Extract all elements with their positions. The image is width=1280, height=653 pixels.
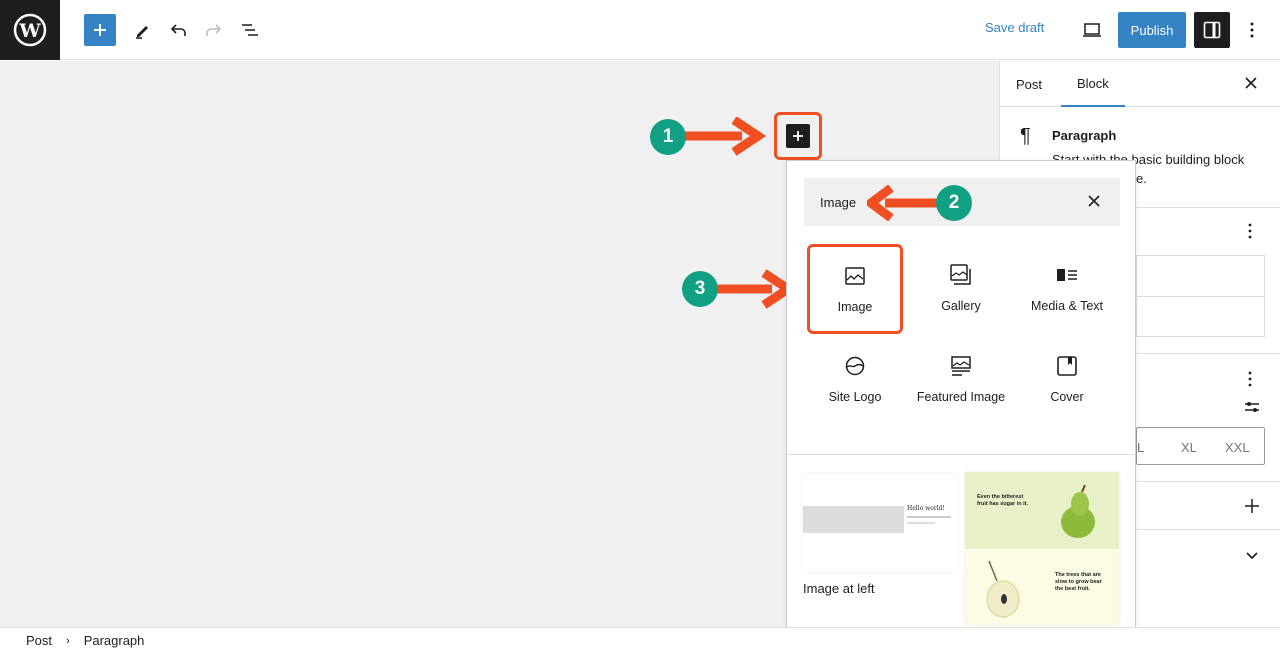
svg-text:W: W <box>18 20 41 42</box>
close-icon <box>1245 77 1257 89</box>
close-sidebar-button[interactable] <box>1244 76 1258 93</box>
pear-half-image <box>986 560 1020 618</box>
tab-post[interactable]: Post <box>1016 61 1042 107</box>
block-item-media-text[interactable]: Media & Text <box>1019 263 1115 313</box>
block-label: Media & Text <box>1030 299 1104 313</box>
block-item-cover[interactable]: Cover <box>1019 354 1115 404</box>
plus-icon <box>94 24 106 36</box>
redo-button[interactable] <box>198 14 230 46</box>
chevron-down-icon <box>1246 552 1258 560</box>
featured-image-icon <box>951 356 971 376</box>
undo-icon <box>170 24 186 36</box>
arrow-2 <box>867 185 947 221</box>
image-icon <box>845 267 865 285</box>
block-label: Featured Image <box>916 390 1006 404</box>
add-block-button[interactable] <box>84 14 116 46</box>
sliders-icon <box>1245 402 1259 412</box>
more-vertical-icon <box>1250 22 1254 38</box>
wordpress-icon: W <box>13 13 47 47</box>
block-item-image[interactable]: Image <box>807 244 903 334</box>
settings-button[interactable] <box>1194 12 1230 48</box>
breadcrumb-paragraph[interactable]: Paragraph <box>84 633 145 648</box>
search-value: Image <box>820 194 857 210</box>
more-vertical-icon <box>1248 223 1252 239</box>
more-vertical-icon <box>1248 371 1252 387</box>
sidebar-toggle-icon <box>1203 21 1221 39</box>
block-inserter-button[interactable] <box>786 124 810 148</box>
undo-button[interactable] <box>162 14 194 46</box>
block-label: Cover <box>1050 390 1084 404</box>
pattern-image-and-quote[interactable]: Even the bitterest fruit has sugar in it… <box>965 472 1119 625</box>
pencil-icon <box>136 26 148 39</box>
gallery-icon <box>950 264 971 285</box>
wordpress-logo[interactable]: W <box>0 0 60 60</box>
paragraph-icon: ¶ <box>1020 125 1031 147</box>
list-view-icon <box>242 24 258 36</box>
block-label: Image <box>837 300 873 314</box>
laptop-icon <box>1083 23 1101 37</box>
block-label: Site Logo <box>828 390 882 404</box>
media-text-icon <box>1057 269 1077 281</box>
font-size-custom-button[interactable] <box>1244 400 1260 417</box>
options-button[interactable] <box>1236 14 1268 46</box>
block-title: Paragraph <box>1052 128 1117 143</box>
advanced-panel-toggle[interactable] <box>1245 549 1259 564</box>
plus-icon <box>1245 499 1259 513</box>
pattern-image-at-left[interactable]: Hello world! <box>803 474 957 572</box>
publish-button[interactable]: Publish <box>1118 12 1186 48</box>
breadcrumb-post[interactable]: Post <box>26 633 52 648</box>
editor-toolbar: W Save draft Publish <box>0 0 1280 60</box>
add-panel-button[interactable] <box>1245 499 1259 516</box>
pattern-label: Image at left <box>803 581 875 596</box>
block-item-gallery[interactable]: Gallery <box>913 263 1009 313</box>
arrow-1 <box>680 117 767 156</box>
step-badge-3: 3 <box>682 271 718 307</box>
clear-search-button[interactable] <box>1088 195 1100 210</box>
plus-icon <box>793 131 803 141</box>
block-item-featured-image[interactable]: Featured Image <box>913 354 1009 404</box>
typography-options-button[interactable] <box>1248 371 1252 390</box>
block-inserter-popover: Image 2 Image Gallery Media & Text Site … <box>786 160 1136 653</box>
close-icon <box>1088 195 1100 207</box>
block-breadcrumb: Post › Paragraph <box>0 627 1280 653</box>
size-option-l[interactable]: L <box>1137 440 1144 455</box>
site-logo-icon <box>845 356 865 376</box>
chevron-right-icon: › <box>66 634 70 647</box>
arrow-3 <box>712 269 797 309</box>
step-badge-2: 2 <box>936 185 972 221</box>
edit-tool-button[interactable] <box>126 14 158 46</box>
step-badge-1: 1 <box>650 119 686 155</box>
panel-options-button[interactable] <box>1248 223 1252 242</box>
redo-icon <box>206 24 222 36</box>
block-item-site-logo[interactable]: Site Logo <box>807 354 903 404</box>
cover-icon <box>1057 356 1077 376</box>
color-panel[interactable] <box>1136 255 1265 337</box>
document-overview-button[interactable] <box>234 14 266 46</box>
sidebar-tabs: Post Block <box>1000 61 1280 107</box>
block-label: Gallery <box>941 299 981 313</box>
pear-image <box>1061 484 1095 538</box>
size-option-xl[interactable]: XL <box>1181 440 1197 455</box>
save-draft-button[interactable]: Save draft <box>985 20 1044 35</box>
size-option-xxl[interactable]: XXL <box>1225 440 1250 455</box>
tab-block[interactable]: Block <box>1061 61 1125 107</box>
preview-button[interactable] <box>1076 14 1108 46</box>
font-size-picker[interactable]: L XL XXL <box>1136 427 1265 465</box>
block-description-tail: e. <box>1136 171 1147 186</box>
